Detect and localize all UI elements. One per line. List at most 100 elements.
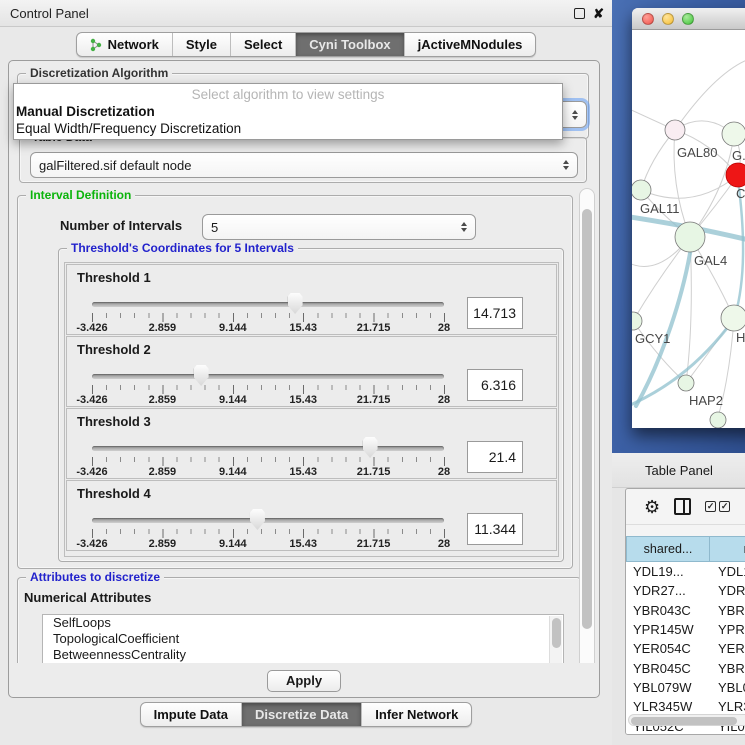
- slider-handle[interactable]: [288, 293, 303, 314]
- slider-track: [92, 518, 444, 523]
- checkbox-icon[interactable]: ✓: [719, 501, 730, 512]
- column-header-name[interactable]: n...: [710, 536, 745, 562]
- network-canvas[interactable]: GAL80 G. GAL11 GAL4 GCY1 H HAP2 C: [632, 30, 745, 428]
- tick-marks-major: [92, 385, 445, 394]
- apply-button[interactable]: Apply: [267, 670, 341, 692]
- spinner-stepper-icon: [461, 222, 467, 232]
- node-bottom[interactable]: [710, 412, 726, 428]
- slider-handle[interactable]: [250, 509, 265, 530]
- zoom-traffic-light[interactable]: [682, 13, 694, 25]
- algorithm-option-equal-width[interactable]: Equal Width/Frequency Discretization: [14, 120, 562, 137]
- threshold-2-slider[interactable]: -3.426 2.859 9.144 15.43 21.715 28: [92, 337, 444, 408]
- tab-cyni-toolbox[interactable]: Cyni Toolbox: [296, 33, 404, 56]
- table-row[interactable]: YPR145W YPR1: [626, 620, 745, 639]
- threshold-1-slider[interactable]: -3.426 2.859 9.144 15.43 21.715 28: [92, 265, 444, 336]
- checkbox-icon[interactable]: ✓: [705, 501, 716, 512]
- columns-icon[interactable]: [674, 498, 691, 515]
- tick-label: -3.426: [76, 322, 107, 334]
- table-cell: YER054C: [626, 641, 710, 656]
- tick-label: -3.426: [76, 394, 107, 406]
- node-g[interactable]: [722, 122, 745, 146]
- node-label: GCY1: [635, 331, 670, 346]
- tab-discretize-data-label: Discretize Data: [255, 707, 348, 722]
- tick-label: 15.43: [289, 394, 317, 406]
- node-gal11[interactable]: [632, 180, 651, 200]
- tick-marks-major: [92, 529, 445, 538]
- table-cell: YBL079W: [626, 680, 710, 695]
- tab-style[interactable]: Style: [173, 33, 231, 56]
- gear-icon[interactable]: ⚙: [644, 498, 660, 516]
- threshold-4-slider[interactable]: -3.426 2.859 9.144 15.43 21.715 28: [92, 481, 444, 552]
- node-red-selected[interactable]: [726, 163, 745, 187]
- slider-track: [92, 302, 444, 307]
- node-gcy1[interactable]: [632, 312, 642, 330]
- table-panel-body: ⚙ ✓ ✓ shared... n... YDL19... YDL1: [625, 488, 745, 735]
- threshold-3-slider[interactable]: -3.426 2.859 9.144 15.43 21.715 28: [92, 409, 444, 480]
- tick-labels: -3.426 2.859 9.144 15.43 21.715 28: [92, 466, 444, 479]
- slider-handle[interactable]: [363, 437, 378, 458]
- tick-label: 2.859: [149, 394, 177, 406]
- list-item[interactable]: SelfLoops: [43, 615, 563, 631]
- tab-network[interactable]: Network: [77, 33, 173, 56]
- threshold-coordinates-group-label: Threshold's Coordinates for 5 Intervals: [67, 241, 298, 255]
- tick-label: 9.144: [219, 466, 247, 478]
- tab-jactivemnodules[interactable]: jActiveMNodules: [405, 33, 536, 56]
- table-horizontal-scrollbar-thumb[interactable]: [631, 717, 737, 725]
- numerical-attributes-list[interactable]: SelfLoops TopologicalCoefficient Between…: [42, 614, 564, 664]
- tab-infer-network-label: Infer Network: [375, 707, 458, 722]
- threshold-4-value-field[interactable]: 11.344: [467, 513, 523, 545]
- tab-discretize-data[interactable]: Discretize Data: [242, 703, 362, 726]
- table-cell: YPR145W: [626, 622, 710, 637]
- table-data-combobox[interactable]: galFiltered.sif default node: [30, 152, 578, 178]
- float-window-icon[interactable]: [574, 8, 585, 19]
- node-gal80[interactable]: [665, 120, 685, 140]
- close-icon[interactable]: ✘: [593, 7, 604, 20]
- tab-impute-data[interactable]: Impute Data: [141, 703, 242, 726]
- threshold-1-value-field[interactable]: 14.713: [467, 297, 523, 329]
- node-label: H: [736, 330, 745, 345]
- table-cell: YPR1: [710, 622, 745, 637]
- algorithm-option-manual[interactable]: Manual Discretization: [14, 103, 562, 120]
- node-label: GAL80: [677, 145, 717, 160]
- list-item[interactable]: BetweennessCentrality: [43, 647, 563, 663]
- table-row[interactable]: YDL19... YDL1: [626, 562, 745, 581]
- tick-label: 2.859: [149, 538, 177, 550]
- column-header-shared-name[interactable]: shared...: [626, 536, 710, 562]
- node-gal4[interactable]: [675, 222, 705, 252]
- tick-label: 28: [438, 322, 450, 334]
- threshold-2-value-field[interactable]: 6.316: [467, 369, 523, 401]
- tick-label: 21.715: [357, 538, 391, 550]
- minimize-traffic-light[interactable]: [662, 13, 674, 25]
- tick-label: 21.715: [357, 466, 391, 478]
- tab-infer-network[interactable]: Infer Network: [362, 703, 471, 726]
- tab-select[interactable]: Select: [231, 33, 296, 56]
- panel-scrollbar-thumb[interactable]: [582, 209, 592, 629]
- table-cell: YDR2: [710, 583, 745, 598]
- node-hap2[interactable]: [678, 375, 694, 391]
- number-of-intervals-spinner[interactable]: 5: [202, 214, 476, 240]
- list-scrollbar[interactable]: [549, 616, 562, 664]
- close-traffic-light[interactable]: [642, 13, 654, 25]
- table-rows: YDL19... YDL1 YDR27... YDR2 YBR043C YBR0…: [626, 562, 745, 735]
- table-row[interactable]: YBL079W YBL0: [626, 678, 745, 697]
- threshold-3-value-field[interactable]: 21.4: [467, 441, 523, 473]
- table-row[interactable]: YBR043C YBR0: [626, 601, 745, 620]
- node-label: HAP2: [689, 393, 723, 408]
- table-horizontal-scrollbar[interactable]: [628, 714, 745, 726]
- number-of-intervals-label: Number of Intervals: [60, 218, 182, 233]
- list-scrollbar-thumb[interactable]: [552, 618, 561, 648]
- table-row[interactable]: YBR045C YBR0: [626, 658, 745, 677]
- table-cell: YBR043C: [626, 603, 710, 618]
- network-view-window: GAL80 G. GAL11 GAL4 GCY1 H HAP2 C: [632, 8, 745, 428]
- table-row[interactable]: YDR27... YDR2: [626, 581, 745, 600]
- tick-label: 21.715: [357, 322, 391, 334]
- panel-scrollbar[interactable]: [579, 188, 595, 671]
- slider-handle[interactable]: [194, 365, 209, 386]
- cytoscape-desktop: GAL80 G. GAL11 GAL4 GCY1 H HAP2 C: [612, 0, 745, 453]
- list-item[interactable]: TopologicalCoefficient: [43, 631, 563, 647]
- table-row[interactable]: YER054C YER0: [626, 639, 745, 658]
- tick-label: -3.426: [76, 538, 107, 550]
- tick-label: 15.43: [289, 322, 317, 334]
- tick-label: 15.43: [289, 466, 317, 478]
- node-h[interactable]: [721, 305, 745, 331]
